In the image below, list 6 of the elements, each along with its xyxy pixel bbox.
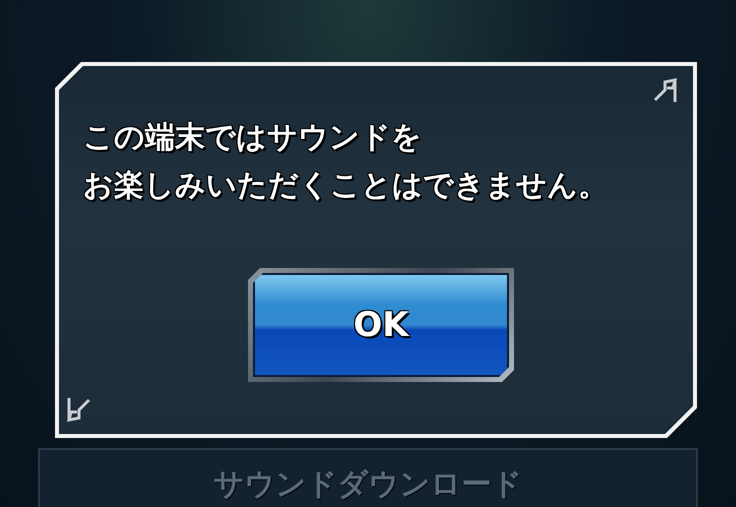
message-text: この端末ではサウンドを xyxy=(83,119,422,157)
panel-label: サウンドダウンロード xyxy=(214,466,522,504)
ok-button[interactable]: OK xyxy=(253,273,509,377)
corner-ornament-icon xyxy=(651,76,679,104)
message-text: お楽しみいただくことはできません。 xyxy=(83,167,608,205)
corner-ornament-icon xyxy=(65,396,93,424)
